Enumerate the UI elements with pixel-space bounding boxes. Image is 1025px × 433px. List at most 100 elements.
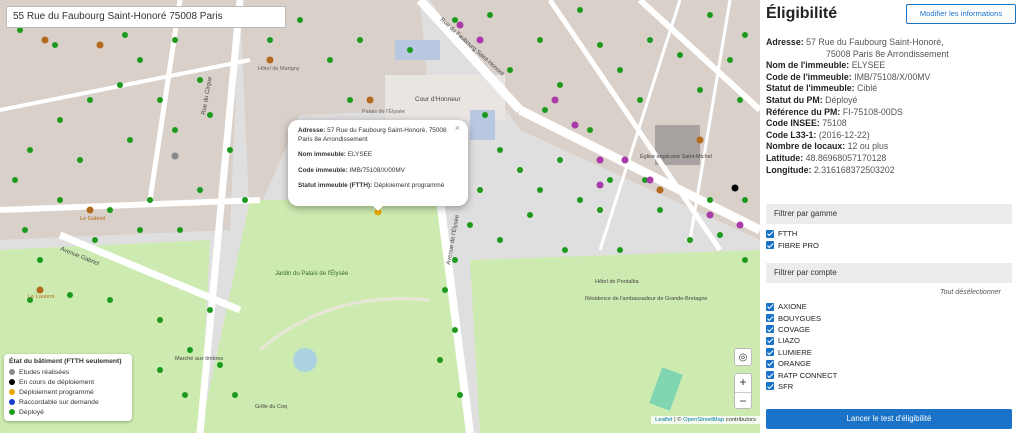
filter-checkbox-item[interactable]: SFR: [766, 381, 837, 392]
info-key: Statut de l'immeuble:: [766, 83, 855, 94]
checkbox-checked-icon[interactable]: [766, 371, 774, 380]
popup-close-icon[interactable]: ×: [455, 123, 460, 133]
info-row: Statut de l'immeuble: Ciblé: [766, 83, 1016, 95]
panel-title: Éligibilité: [766, 5, 838, 22]
legend-dot-icon: [9, 379, 15, 385]
legend-item: En cours de déploiement: [9, 377, 127, 387]
legend-label: Raccordable sur demande: [19, 398, 99, 406]
checkbox-label: COVAGE: [778, 324, 810, 334]
info-row: 75008 Paris 8e Arrondissement: [766, 49, 1016, 61]
filter-gamme-header: Filtrer par gamme: [766, 204, 1012, 224]
map-attribution: Leaflet | © OpenStreetMap contributors: [651, 416, 760, 424]
info-row: Nombre de locaux: 12 ou plus: [766, 141, 1016, 153]
info-value: (2016-12-22): [818, 129, 870, 140]
info-row: Code INSEE: 75108: [766, 118, 1016, 130]
info-value: 2.316168372503202: [813, 164, 895, 175]
checkbox-label: RATP CONNECT: [778, 370, 838, 380]
info-key: Code de l'immeuble:: [766, 71, 852, 82]
info-key: Statut du PM:: [766, 94, 823, 105]
deselect-all-link[interactable]: Tout désélectionner: [940, 289, 1001, 296]
info-key: Latitude:: [766, 152, 804, 163]
filter-checkbox-item[interactable]: BOUYGUES: [766, 312, 837, 323]
locate-button[interactable]: ◎: [734, 348, 752, 366]
filter-checkbox-item[interactable]: FTTH: [766, 228, 819, 239]
checkbox-checked-icon[interactable]: [766, 336, 774, 345]
compte-filter-list: AXIONE BOUYGUES COVAGE LIAZO LUMIERE ORANGE RA…: [766, 301, 837, 392]
label-residence: Résidence de l'ambassadeur de Grande-Bre…: [585, 296, 707, 302]
building-info: Adresse: 57 Rue du Faubourg Saint-Honoré…: [766, 37, 1016, 176]
address-search-input[interactable]: 55 Rue du Faubourg Saint-Honoré 75008 Pa…: [6, 6, 286, 28]
info-key: Code L33-1:: [766, 129, 817, 140]
checkbox-checked-icon[interactable]: [766, 241, 774, 250]
legend-title: État du bâtiment (FTTH seulement): [9, 358, 122, 365]
legend-dot-icon: [9, 409, 15, 415]
osm-link[interactable]: OpenStreetMap: [683, 417, 724, 423]
info-key: Longitude:: [766, 164, 812, 175]
popup-address: Adresse: 57 Rue du Faubourg Saint-Honoré…: [298, 127, 447, 143]
checkbox-checked-icon[interactable]: [766, 359, 774, 368]
info-key: Nom de l'immeuble:: [766, 60, 850, 71]
label-palais: Palais de l'Élysée: [362, 108, 405, 115]
info-row: Longitude: 2.316168372503202: [766, 165, 1016, 177]
info-value: Ciblé: [857, 83, 878, 94]
eligibility-panel: Éligibilité Modifier les informations Ad…: [760, 0, 1025, 433]
checkbox-label: FIBRE PRO: [778, 240, 819, 250]
legend-item: Déployé: [9, 407, 127, 417]
info-row: Code L33-1: (2016-12-22): [766, 130, 1016, 142]
filter-checkbox-item[interactable]: FIBRE PRO: [766, 239, 819, 250]
zoom-control: + −: [734, 373, 752, 409]
info-value: FI-75108-00DS: [842, 106, 903, 117]
label-grille-coq: Grille du Coq: [255, 404, 287, 410]
filter-compte-header: Filtrer par compte: [766, 263, 1012, 283]
building-popup: × Adresse: 57 Rue du Faubourg Saint-Hono…: [288, 120, 468, 206]
info-row: Nom de l'immeuble: ELYSEE: [766, 60, 1016, 72]
info-row: Adresse: 57 Rue du Faubourg Saint-Honoré…: [766, 37, 1016, 49]
label-le-laurent: Le Laurent: [28, 294, 55, 300]
label-marche: Marché aux timbres: [175, 356, 224, 362]
label-jardin: Jardin du Palais de l'Élysée: [275, 270, 349, 277]
legend-item: Déploiement programmé: [9, 387, 127, 397]
legend-item: Etudes réalisées: [9, 367, 127, 377]
zoom-out-button[interactable]: −: [735, 392, 751, 410]
checkbox-label: FTTH: [778, 229, 798, 239]
filter-checkbox-item[interactable]: AXIONE: [766, 301, 837, 312]
label-eglise: Église anglicane Saint-Michel: [640, 153, 712, 160]
popup-code: Code immeuble: IMB/75108/X/00MV: [298, 166, 405, 174]
label-hotel-marigny: Hôtel de Marigny: [258, 66, 300, 72]
checkbox-checked-icon[interactable]: [766, 302, 774, 311]
info-key: Référence du PM:: [766, 106, 841, 117]
zoom-in-button[interactable]: +: [735, 374, 751, 392]
legend-dot-icon: [9, 389, 15, 395]
map-view[interactable]: Cour d'Honneur Palais de l'Élysée Hôtel …: [0, 0, 760, 433]
checkbox-checked-icon[interactable]: [766, 348, 774, 357]
checkbox-checked-icon[interactable]: [766, 325, 774, 334]
checkbox-checked-icon[interactable]: [766, 229, 774, 238]
checkbox-checked-icon[interactable]: [766, 314, 774, 323]
filter-checkbox-item[interactable]: COVAGE: [766, 324, 837, 335]
legend-label: Déploiement programmé: [19, 388, 94, 396]
filter-checkbox-item[interactable]: LIAZO: [766, 335, 837, 346]
filter-checkbox-item[interactable]: ORANGE: [766, 358, 837, 369]
info-value: 75008 Paris 8e Arrondissement: [826, 48, 949, 59]
checkbox-label: BOUYGUES: [778, 313, 822, 323]
checkbox-checked-icon[interactable]: [766, 382, 774, 391]
info-key: Nombre de locaux:: [766, 141, 846, 152]
legend-label: Déployé: [19, 408, 44, 416]
legend-label: Etudes réalisées: [19, 368, 70, 376]
legend-dot-icon: [9, 369, 15, 375]
info-value: IMB/75108/X/00MV: [854, 71, 931, 82]
legend-label: En cours de déploiement: [19, 378, 95, 386]
info-value: 12 ou plus: [847, 141, 889, 152]
modify-info-button[interactable]: Modifier les informations: [906, 4, 1016, 24]
info-row: Statut du PM: Déployé: [766, 95, 1016, 107]
label-hotel-pontalba: Hôtel de Pontalba: [595, 279, 640, 285]
popup-tip: [372, 205, 384, 211]
checkbox-label: AXIONE: [778, 302, 807, 312]
leaflet-link[interactable]: Leaflet: [655, 417, 672, 423]
map-legend: État du bâtiment (FTTH seulement) Etudes…: [4, 354, 132, 421]
info-value: ELYSEE: [851, 60, 886, 71]
launch-eligibility-button[interactable]: Lancer le test d'éligibilité: [766, 409, 1012, 429]
filter-checkbox-item[interactable]: RATP CONNECT: [766, 369, 837, 380]
info-row: Latitude: 48.86968057170128: [766, 153, 1016, 165]
filter-checkbox-item[interactable]: LUMIERE: [766, 347, 837, 358]
